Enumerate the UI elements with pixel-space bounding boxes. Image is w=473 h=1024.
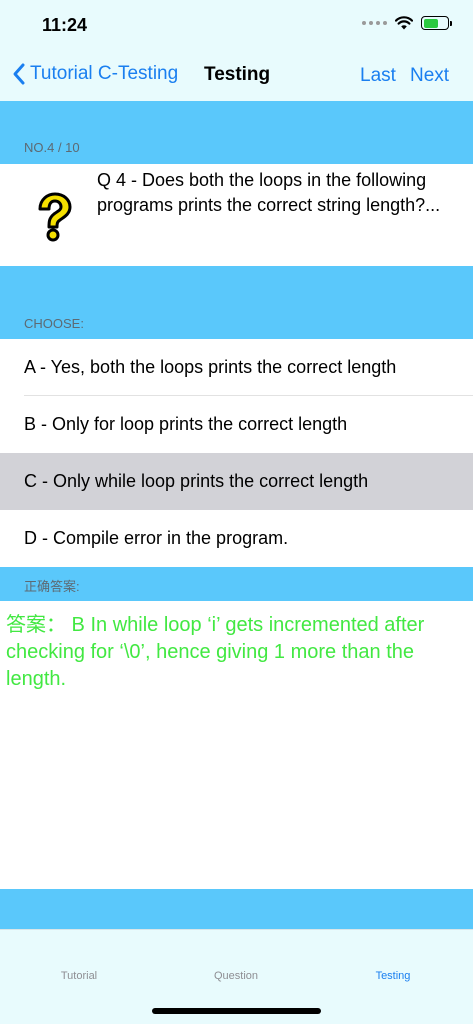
- option-b[interactable]: B - Only for loop prints the correct len…: [0, 396, 473, 453]
- last-button[interactable]: Last: [360, 65, 396, 87]
- option-d[interactable]: D - Compile error in the program.: [0, 510, 473, 567]
- answer-text: 答案： B In while loop ‘i’ gets incremented…: [6, 614, 425, 690]
- option-c[interactable]: C - Only while loop prints the correct l…: [0, 453, 473, 510]
- back-button-label: Tutorial C-Testing: [30, 63, 179, 84]
- question-text: Q 4 - Does both the loops in the followi…: [97, 170, 441, 215]
- question-cell: Q 4 - Does both the loops in the followi…: [0, 164, 473, 266]
- tab-testing[interactable]: Testing: [343, 970, 443, 982]
- option-label: D - Compile error in the program.: [24, 528, 289, 548]
- option-label: B - Only for loop prints the correct len…: [24, 414, 348, 434]
- page-title: Testing: [204, 64, 271, 85]
- tab-question[interactable]: Question: [186, 970, 286, 982]
- navigation-bar: Tutorial C-Testing Testing Last Next: [0, 50, 473, 101]
- answer-header-label: 正确答案:: [24, 579, 80, 594]
- tab-tutorial[interactable]: Tutorial: [29, 970, 129, 982]
- answer-section-header: 正确答案:: [0, 567, 473, 601]
- footer-band: [0, 889, 473, 929]
- option-label: C - Only while loop prints the correct l…: [24, 471, 369, 491]
- signal-icon: [362, 21, 387, 25]
- wifi-icon: [395, 16, 413, 30]
- status-bar: 11:24: [0, 0, 473, 50]
- question-mark-icon: [38, 192, 72, 242]
- choose-label: CHOOSE:: [24, 316, 84, 331]
- choose-section-header: CHOOSE:: [0, 266, 473, 339]
- question-section-header: NO.4 / 10: [0, 101, 473, 164]
- battery-icon: [421, 16, 452, 30]
- option-label: A - Yes, both the loops prints the corre…: [24, 357, 397, 377]
- chevron-left-icon: [13, 63, 25, 85]
- home-indicator: [152, 1008, 321, 1014]
- status-time: 11:24: [42, 15, 88, 35]
- question-number-label: NO.4 / 10: [24, 140, 80, 155]
- status-icons: [362, 16, 452, 30]
- back-button[interactable]: Tutorial C-Testing: [12, 62, 178, 86]
- option-a[interactable]: A - Yes, both the loops prints the corre…: [0, 339, 473, 396]
- next-button[interactable]: Next: [410, 65, 449, 87]
